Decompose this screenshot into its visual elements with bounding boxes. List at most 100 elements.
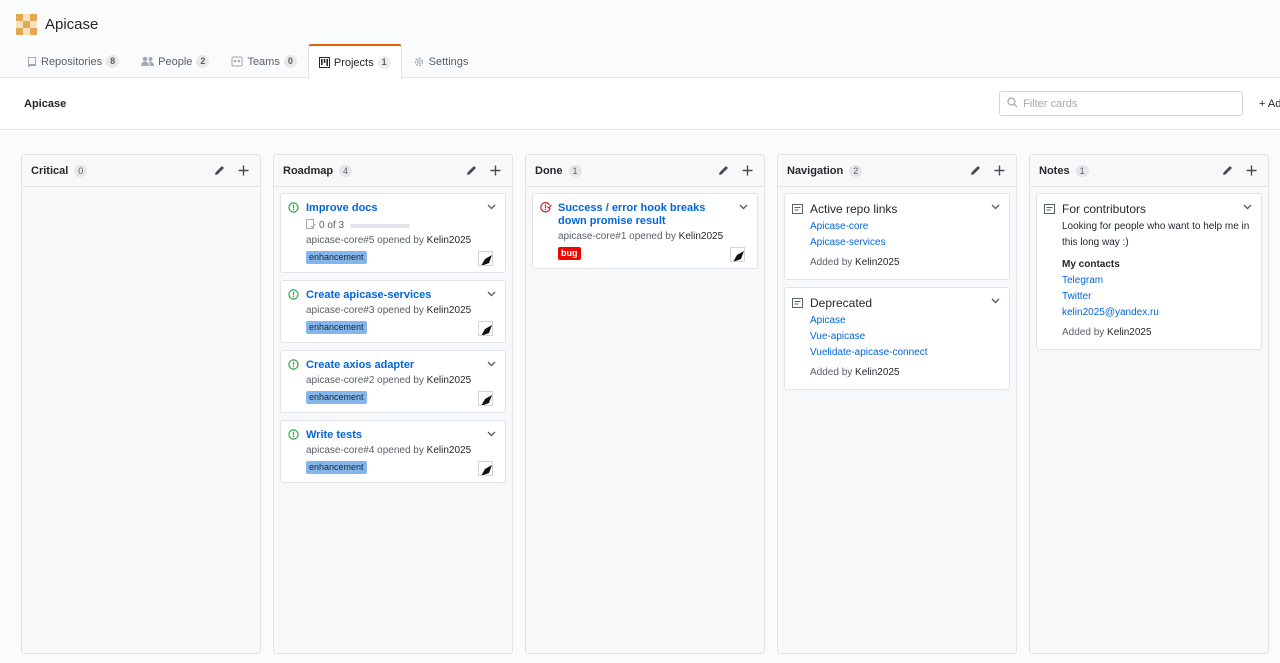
note-added-by: Added by Kelin2025 xyxy=(810,367,900,378)
column-title: Critical xyxy=(31,164,69,177)
column-header: Roadmap 4 xyxy=(274,155,512,187)
label-enhancement[interactable]: enhancement xyxy=(306,321,367,334)
note-link[interactable]: Twitter xyxy=(1062,289,1251,305)
chevron-down-icon[interactable] xyxy=(487,288,496,300)
card-title[interactable]: Improve docs xyxy=(306,202,495,215)
tab-label: Projects xyxy=(333,56,374,69)
note-link[interactable]: Vuelidate-apicase-connect xyxy=(810,345,999,361)
add-cards-button[interactable]: + Ad xyxy=(1259,98,1280,110)
card-meta: apicase-core#1 opened by Kelin2025 xyxy=(558,231,724,242)
card-meta: apicase-core#2 opened by Kelin2025 xyxy=(306,375,472,386)
card-author[interactable]: Kelin2025 xyxy=(427,375,471,386)
chevron-down-icon[interactable] xyxy=(991,201,1000,213)
avatar[interactable] xyxy=(478,461,493,476)
column-notes: Notes 1 For contributors Looking for peo… xyxy=(1029,154,1269,654)
column-count: 4 xyxy=(339,164,353,177)
label-enhancement[interactable]: enhancement xyxy=(306,251,367,264)
note-link[interactable]: Telegram xyxy=(1062,273,1251,289)
plus-icon[interactable] xyxy=(487,163,503,179)
note-link[interactable]: Apicase-services xyxy=(810,235,999,251)
card-title[interactable]: Create axios adapter xyxy=(306,359,495,372)
org-header: Apicase Repositories 8 People 2 Teams 0 … xyxy=(0,0,1280,79)
org-tabs: Repositories 8 People 2 Teams 0 Projects… xyxy=(16,44,480,79)
tab-count: 8 xyxy=(106,55,120,68)
note-link[interactable]: Vue-apicase xyxy=(810,329,999,345)
column-header: Critical 0 xyxy=(22,155,260,187)
chevron-down-icon[interactable] xyxy=(487,428,496,440)
note-card[interactable]: Active repo links Apicase-core Apicase-s… xyxy=(784,193,1010,280)
column-count: 1 xyxy=(568,164,582,177)
issue-card[interactable]: Improve docs 0 of 3 apicase-core#5 opene… xyxy=(280,193,506,273)
card-author[interactable]: Kelin2025 xyxy=(427,305,471,316)
filter-cards-input[interactable] xyxy=(1023,97,1223,110)
avatar[interactable] xyxy=(478,391,493,406)
issue-card[interactable]: Create axios adapter apicase-core#2 open… xyxy=(280,350,506,413)
chevron-down-icon[interactable] xyxy=(991,295,1000,307)
tab-label: Teams xyxy=(247,55,280,68)
plus-icon[interactable] xyxy=(739,163,755,179)
add-cards-label: Ad xyxy=(1267,98,1280,110)
chevron-down-icon[interactable] xyxy=(1243,201,1252,213)
note-added-by: Added by Kelin2025 xyxy=(1062,327,1152,338)
issue-card[interactable]: Create apicase-services apicase-core#3 o… xyxy=(280,280,506,343)
note-body: Apicase-core Apicase-services xyxy=(810,219,999,251)
issue-opened-icon xyxy=(288,202,299,216)
issue-closed-icon xyxy=(540,202,552,216)
tab-count: 2 xyxy=(196,55,210,68)
pencil-icon[interactable] xyxy=(211,163,227,179)
note-link[interactable]: Apicase xyxy=(810,313,999,329)
plus-icon[interactable] xyxy=(235,163,251,179)
project-header: Apicase xyxy=(0,79,1280,130)
pencil-icon[interactable] xyxy=(967,163,983,179)
chevron-down-icon[interactable] xyxy=(487,358,496,370)
column-done: Done 1 Success / error hook breaks down … xyxy=(525,154,765,654)
pencil-icon[interactable] xyxy=(463,163,479,179)
pencil-icon[interactable] xyxy=(715,163,731,179)
note-author[interactable]: Kelin2025 xyxy=(855,257,899,268)
note-subheading: My contacts xyxy=(1062,259,1120,270)
column-header: Navigation 2 xyxy=(778,155,1016,187)
note-icon xyxy=(1044,204,1055,217)
issue-card[interactable]: Success / error hook breaks down promise… xyxy=(532,193,758,269)
note-card[interactable]: For contributors Looking for people who … xyxy=(1036,193,1262,350)
note-title: Active repo links xyxy=(810,202,898,216)
org-title[interactable]: Apicase xyxy=(16,14,98,35)
task-progress-bar xyxy=(350,223,411,228)
tab-projects[interactable]: Projects 1 xyxy=(307,44,402,79)
note-link[interactable]: Apicase-core xyxy=(810,219,999,235)
plus-icon[interactable] xyxy=(991,163,1007,179)
label-enhancement[interactable]: enhancement xyxy=(306,461,367,474)
card-title[interactable]: Create apicase-services xyxy=(306,289,495,302)
column-header: Notes 1 xyxy=(1030,155,1268,187)
chevron-down-icon[interactable] xyxy=(487,201,496,213)
note-author[interactable]: Kelin2025 xyxy=(855,367,899,378)
tab-repositories[interactable]: Repositories 8 xyxy=(16,44,130,78)
issue-opened-icon xyxy=(288,289,299,303)
tab-people[interactable]: People 2 xyxy=(130,44,220,78)
label-bug[interactable]: bug xyxy=(558,247,581,260)
note-card[interactable]: Deprecated Apicase Vue-apicase Vuelidate… xyxy=(784,287,1010,390)
card-title[interactable]: Write tests xyxy=(306,429,495,442)
avatar[interactable] xyxy=(478,321,493,336)
avatar[interactable] xyxy=(730,247,745,262)
org-name[interactable]: Apicase xyxy=(45,16,98,33)
label-enhancement[interactable]: enhancement xyxy=(306,391,367,404)
tab-settings[interactable]: Settings xyxy=(402,44,480,78)
card-title[interactable]: Success / error hook breaks down promise… xyxy=(558,202,747,228)
filter-cards-box[interactable] xyxy=(999,91,1243,116)
note-author[interactable]: Kelin2025 xyxy=(1107,327,1151,338)
card-author[interactable]: Kelin2025 xyxy=(427,445,471,456)
team-icon xyxy=(231,56,243,67)
card-author[interactable]: Kelin2025 xyxy=(679,231,723,242)
avatar[interactable] xyxy=(478,251,493,266)
issue-card[interactable]: Write tests apicase-core#4 opened by Kel… xyxy=(280,420,506,483)
card-list: For contributors Looking for people who … xyxy=(1030,187,1268,363)
tab-teams[interactable]: Teams 0 xyxy=(220,44,307,78)
tab-label: Repositories xyxy=(41,55,103,68)
card-author[interactable]: Kelin2025 xyxy=(427,235,471,246)
pencil-icon[interactable] xyxy=(1219,163,1235,179)
chevron-down-icon[interactable] xyxy=(739,201,748,213)
note-link[interactable]: kelin2025@yandex.ru xyxy=(1062,305,1251,321)
plus-icon[interactable] xyxy=(1243,163,1259,179)
gear-icon xyxy=(413,56,425,68)
